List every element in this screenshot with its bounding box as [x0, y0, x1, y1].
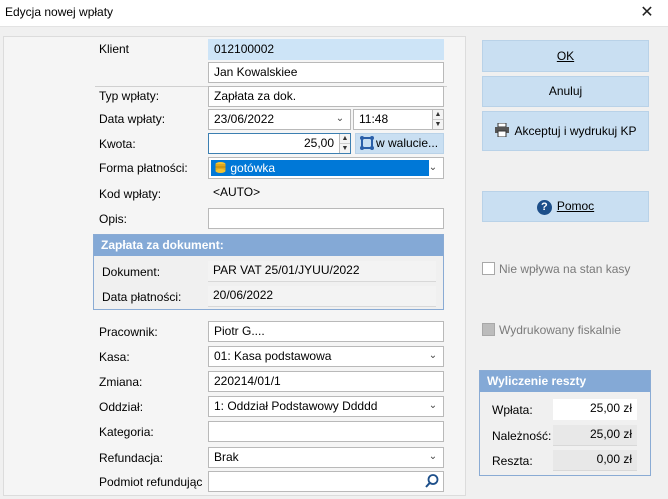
amount-label: Kwota:	[99, 137, 136, 151]
refund-select[interactable]: Brak ⌄	[208, 447, 444, 468]
checkbox-box[interactable]	[482, 262, 495, 275]
chevron-down-icon[interactable]: ⌄	[427, 350, 439, 362]
help-icon: ?	[536, 200, 552, 215]
search-icon[interactable]	[424, 473, 440, 489]
printer-icon	[494, 114, 510, 138]
help-button-label: Pomoc	[556, 199, 595, 213]
chevron-down-icon[interactable]: ⌄	[334, 113, 346, 125]
chevron-down-icon[interactable]: ⌄	[427, 400, 439, 412]
category-field[interactable]	[208, 421, 444, 442]
fiscal-printed-label: Wydrukowany fiskalnie	[499, 323, 621, 337]
ok-button-label: OK	[556, 49, 575, 63]
payment-time-field[interactable]: 11:48 ▲ ▼	[353, 109, 444, 130]
chevron-down-icon[interactable]: ⌄	[427, 162, 439, 174]
due-date-value: 20/06/2022	[208, 286, 436, 307]
payment-method-value: gotówka	[230, 161, 276, 175]
branch-select[interactable]: 1: Oddział Podstawowy Ddddd ⌄	[208, 396, 444, 417]
payment-date-picker[interactable]: 23/06/2022 ⌄	[208, 109, 351, 130]
document-label: Dokument:	[102, 265, 161, 279]
paid-label: Wpłata:	[492, 403, 533, 417]
description-field[interactable]	[208, 208, 444, 229]
spin-down-icon[interactable]: ▼	[433, 120, 443, 129]
document-value: PAR VAT 25/01/JYUU/2022	[208, 261, 436, 282]
spin-up-icon[interactable]: ▲	[433, 110, 443, 120]
cash-register-label: Kasa:	[99, 350, 130, 364]
paid-field[interactable]: 25,00 zł	[553, 399, 637, 420]
chevron-down-icon[interactable]: ⌄	[427, 451, 439, 463]
due-amount-label: Należność:	[492, 429, 552, 443]
no-cash-effect-checkbox[interactable]: Nie wpływa na stan kasy	[482, 262, 630, 276]
shift-label: Zmiana:	[99, 375, 143, 389]
ok-button[interactable]: OK	[482, 40, 649, 72]
cash-coins-icon	[214, 161, 227, 174]
payment-method-select[interactable]: gotówka ⌄	[208, 157, 444, 179]
time-spinner[interactable]: ▲ ▼	[432, 110, 443, 129]
payment-type-label: Typ wpłaty:	[99, 89, 160, 103]
amount-value: 25,00	[303, 136, 334, 150]
accept-print-button[interactable]: Akceptuj i wydrukuj KP	[482, 111, 649, 151]
client-label: Klient	[99, 42, 130, 56]
payment-type-field[interactable]: Zapłata za dok.	[208, 86, 444, 107]
cancel-button[interactable]: Anuluj	[482, 76, 649, 107]
payment-date-value: 23/06/2022	[214, 112, 275, 126]
payment-method-label: Forma płatności:	[99, 161, 188, 175]
window-title: Edycja nowej wpłaty	[5, 5, 114, 19]
fiscal-printed-checkbox[interactable]: Wydrukowany fiskalnie	[482, 323, 621, 337]
no-cash-effect-label: Nie wpływa na stan kasy	[499, 262, 631, 276]
client-name-field[interactable]: Jan Kowalskiee	[208, 62, 444, 83]
currency-button[interactable]: w walucie...	[355, 133, 444, 154]
cancel-button-label: Anuluj	[548, 84, 583, 98]
help-button[interactable]: ? Pomoc	[482, 191, 649, 222]
refund-value: Brak	[214, 450, 239, 464]
amount-field[interactable]: 25,00 ▲ ▼	[208, 133, 351, 154]
description-label: Opis:	[99, 212, 128, 226]
change-label: Reszta:	[492, 454, 533, 468]
spin-down-icon[interactable]: ▼	[340, 144, 350, 153]
branch-value: 1: Oddział Podstawowy Ddddd	[214, 399, 378, 413]
branch-label: Oddział:	[99, 400, 144, 414]
refund-subject-field[interactable]	[208, 471, 444, 492]
accept-print-button-label: Akceptuj i wydrukuj KP	[514, 124, 637, 138]
refund-label: Refundacja:	[99, 451, 164, 465]
amount-spinner[interactable]: ▲ ▼	[339, 134, 350, 153]
change-value: 0,00 zł	[553, 450, 637, 471]
currency-button-label: w walucie...	[376, 136, 439, 150]
payment-time-value: 11:48	[359, 112, 389, 126]
employee-field[interactable]: Piotr G....	[208, 321, 444, 342]
close-button[interactable]: ✕	[626, 0, 668, 26]
currency-exchange-icon	[360, 136, 374, 150]
due-date-label: Data płatności:	[102, 290, 182, 304]
client-code-field[interactable]: 012100002	[208, 39, 444, 60]
payment-date-label: Data wpłaty:	[99, 112, 166, 126]
category-label: Kategoria:	[99, 425, 154, 439]
shift-field[interactable]: 220214/01/1	[208, 371, 444, 392]
employee-label: Pracownik:	[99, 325, 158, 339]
payment-method-selected: gotówka	[211, 160, 429, 176]
change-calc-title: Wyliczenie reszty	[480, 371, 650, 392]
checkbox-box-indeterminate[interactable]	[482, 323, 495, 336]
payment-code-label: Kod wpłaty:	[99, 187, 162, 201]
due-amount-value: 25,00 zł	[553, 425, 637, 446]
cash-register-select[interactable]: 01: Kasa podstawowa ⌄	[208, 346, 444, 367]
spin-up-icon[interactable]: ▲	[340, 134, 350, 144]
refund-subject-label: Podmiot refundując	[99, 475, 203, 489]
cash-register-value: 01: Kasa podstawowa	[214, 349, 332, 363]
document-group-title: Zapłata za dokument:	[94, 235, 443, 256]
payment-code-value: <AUTO>	[213, 185, 261, 199]
